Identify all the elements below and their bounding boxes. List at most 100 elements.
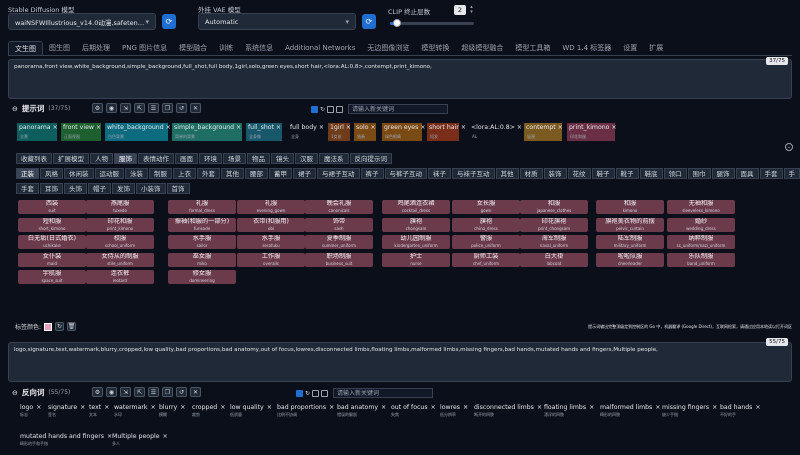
prompt-chip[interactable]: green eyes × 绿色眼睛	[382, 123, 425, 141]
tab-9[interactable]: 模型转换	[415, 41, 455, 55]
tag-button[interactable]: 无袖和服 sleeveless_kimono	[667, 200, 735, 214]
category-tab[interactable]: 鞋子	[591, 168, 615, 179]
tab-14[interactable]: 扩展	[643, 41, 669, 55]
category-tab[interactable]: 手套	[759, 168, 783, 179]
category-tab[interactable]: 汉服	[295, 153, 318, 164]
tag-button[interactable]: 职场制服 business_suit	[305, 252, 373, 267]
clip-stepper[interactable]: ▴ ▾	[468, 5, 475, 15]
negative-chip[interactable]: signature × 签名	[48, 404, 85, 418]
close-icon[interactable]: ×	[655, 404, 660, 411]
checkbox-icon[interactable]	[336, 105, 344, 113]
close-icon[interactable]: ×	[755, 404, 760, 411]
tag-button[interactable]: 饰带 sash	[305, 217, 373, 232]
prompt-chip[interactable]: print_kimono × 印花和服	[567, 123, 617, 141]
export-icon[interactable]: ⇱	[134, 387, 145, 397]
tag-button[interactable]: 女侍从的制服 stile_uniform	[86, 252, 154, 267]
prompt-chip[interactable]: front view × 正面视图	[61, 123, 101, 141]
close-icon[interactable]: ×	[611, 124, 616, 131]
checkbox-checked-icon[interactable]	[296, 389, 303, 397]
category-tab[interactable]: 面具	[735, 168, 759, 179]
negative-chip[interactable]: out of focus × 失焦	[391, 404, 436, 418]
tag-button[interactable]: 警服 police_uniform	[452, 235, 520, 249]
category-tab[interactable]: 手套	[16, 183, 39, 194]
refresh-icon[interactable]: ↻	[320, 106, 325, 113]
negative-chip[interactable]: missing fingers × 缺少手指	[662, 404, 717, 418]
tag-button[interactable]: 幼儿园制服 kindergarten_uniform	[382, 235, 450, 249]
color-swatch[interactable]	[44, 322, 53, 331]
close-icon[interactable]: ×	[163, 433, 168, 440]
negative-chip[interactable]: bad anatomy × 错误的解剖	[337, 404, 386, 418]
refresh-vae-button[interactable]: ⟳	[362, 14, 376, 29]
category-tab[interactable]: 人物	[90, 153, 113, 164]
tab-7[interactable]: Additional Networks	[279, 41, 361, 55]
close-icon[interactable]: ×	[589, 404, 594, 411]
tag-button[interactable]: 水手服 sailor	[168, 235, 236, 249]
category-tab[interactable]: 耳饰	[40, 183, 63, 194]
category-tab[interactable]: 小装饰	[136, 183, 166, 194]
category-tab[interactable]: 场景	[223, 153, 246, 164]
collapse-icon[interactable]: ⊖	[12, 389, 18, 397]
tag-button[interactable]: 婚纱 wedding_dress	[667, 217, 735, 232]
category-tab[interactable]: 其他	[221, 168, 244, 179]
category-tab[interactable]: 风格	[40, 168, 63, 179]
positive-prompt-box[interactable]: panorama,front view,white_background,sim…	[8, 59, 792, 99]
close-icon[interactable]: ×	[371, 124, 376, 131]
tab-10[interactable]: 超级模型融合	[455, 41, 509, 55]
category-tab[interactable]: 装饰	[543, 168, 567, 179]
copy-icon[interactable]: ❐	[162, 103, 173, 113]
category-tab[interactable]: 裤子	[360, 168, 384, 179]
negative-prompt-box[interactable]: logo,signature,text,watermark,blurry,cro…	[8, 342, 792, 382]
clip-value-input[interactable]: 2	[454, 5, 466, 15]
prompt-chip[interactable]: contempt × 轻蔑	[524, 123, 563, 141]
delete-icon[interactable]: ✕	[190, 103, 201, 113]
negative-chip[interactable]: lowres × 低分辨率	[440, 404, 468, 418]
negative-chip[interactable]: floating limbs × 漂浮的四肢	[544, 404, 594, 418]
tag-button[interactable]: 白大褂 labcoat	[520, 252, 588, 267]
checkbox-checked-icon[interactable]	[311, 105, 318, 113]
close-icon[interactable]: ×	[329, 404, 334, 411]
category-tab[interactable]: 发饰	[112, 183, 135, 194]
category-tab[interactable]: 鞋底	[639, 168, 663, 179]
close-icon[interactable]: ×	[104, 404, 109, 411]
collapse-icon[interactable]: ⊖	[12, 105, 18, 113]
tab-5[interactable]: 训练	[213, 41, 239, 55]
category-tab[interactable]: 围巾	[687, 168, 711, 179]
negative-chip[interactable]: watermark × 水印	[114, 404, 156, 418]
close-icon[interactable]: ×	[96, 124, 101, 131]
close-icon[interactable]: ×	[463, 404, 468, 411]
tag-button[interactable]: 旗袍 china_dress	[452, 217, 520, 232]
close-icon[interactable]: ×	[267, 404, 272, 411]
category-tab[interactable]: 运动服	[94, 168, 124, 179]
copy-icon[interactable]: ❐	[162, 387, 173, 397]
settings-icon[interactable]: ⚙	[92, 387, 103, 397]
negative-chip[interactable]: logo × 标志	[20, 404, 41, 418]
negative-chip[interactable]: disconnected limbs × 断开的四肢	[474, 404, 542, 418]
checkbox-icon[interactable]	[321, 389, 329, 397]
category-tab[interactable]: 靴子	[615, 168, 639, 179]
close-icon[interactable]: ×	[36, 404, 41, 411]
import-icon[interactable]: ⇲	[120, 103, 131, 113]
tag-button[interactable]: 白无垢(日式婚衣) uchikake	[18, 235, 86, 249]
new-keyword-input[interactable]: 请输入新关键词	[348, 104, 449, 114]
negative-chip[interactable]: low quality × 低质量	[230, 404, 272, 418]
category-tab[interactable]: 材质	[519, 168, 543, 179]
tag-button[interactable]: 西装 suit	[18, 200, 86, 214]
category-tab[interactable]: 反向提示词	[349, 153, 392, 164]
close-icon[interactable]: ×	[712, 404, 717, 411]
list-icon[interactable]: ☰	[148, 387, 159, 397]
prompt-chip[interactable]: white_background × 白色背景	[105, 123, 171, 141]
tag-button[interactable]: 乐队制服 band_uniform	[667, 252, 735, 267]
close-icon[interactable]: ×	[166, 124, 171, 131]
close-icon[interactable]: ×	[346, 124, 351, 131]
tag-button[interactable]: 印花和服 print_kimono	[86, 217, 154, 232]
tag-button[interactable]: 礼服 formal_dress	[168, 200, 236, 214]
tag-button[interactable]: 和服 japanese_clothes	[520, 200, 588, 214]
trash-icon[interactable]: 🗑	[67, 322, 77, 331]
tag-button[interactable]: 印花旗袍 print_chongsam	[520, 217, 588, 232]
category-tab[interactable]: 画面	[175, 153, 198, 164]
tab-13[interactable]: 设置	[617, 41, 643, 55]
tag-button[interactable]: 和服 kimono	[596, 200, 664, 214]
tag-button[interactable]: 陆军制服 military_uniform	[596, 235, 664, 249]
import-icon[interactable]: ⇲	[120, 387, 131, 397]
category-tab[interactable]: 环境	[199, 153, 222, 164]
